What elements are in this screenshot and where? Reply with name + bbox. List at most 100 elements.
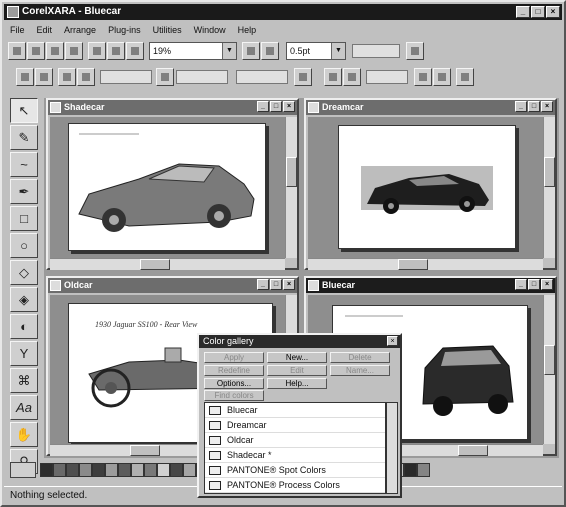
ellipse-tool-icon[interactable]: ○ bbox=[10, 233, 38, 258]
scale-icon[interactable] bbox=[324, 68, 342, 86]
color-swatch[interactable] bbox=[131, 463, 144, 477]
minimize-icon[interactable]: _ bbox=[515, 101, 527, 112]
vertical-scrollbar[interactable] bbox=[386, 402, 398, 494]
scroll-thumb[interactable] bbox=[140, 259, 170, 270]
menu-window[interactable]: Window bbox=[194, 25, 226, 35]
list-item[interactable]: Bluecar bbox=[205, 403, 385, 418]
spin-icon[interactable] bbox=[156, 68, 174, 86]
line-style-field[interactable] bbox=[352, 44, 400, 58]
height-field[interactable] bbox=[236, 70, 288, 84]
list-item[interactable]: Dreamcar bbox=[205, 418, 385, 433]
vertical-scrollbar[interactable] bbox=[543, 295, 555, 444]
scroll-thumb[interactable] bbox=[398, 259, 428, 270]
new-button[interactable]: New... bbox=[267, 352, 327, 363]
transparency-tool-icon[interactable]: ◐ bbox=[10, 314, 38, 339]
close-icon[interactable]: × bbox=[546, 6, 560, 18]
zoom-previous-icon[interactable] bbox=[242, 42, 260, 60]
window-shadecar[interactable]: Shadecar _ □ × bbox=[46, 98, 299, 270]
save-icon[interactable] bbox=[65, 42, 83, 60]
window-title-bar[interactable]: Dreamcar _ □ × bbox=[306, 100, 555, 115]
maximize-icon[interactable]: □ bbox=[270, 279, 282, 290]
lock-aspect-icon[interactable] bbox=[294, 68, 312, 86]
no-color-icon[interactable] bbox=[10, 462, 36, 478]
angle-field[interactable] bbox=[366, 70, 408, 84]
color-swatch[interactable] bbox=[183, 463, 196, 477]
color-swatch[interactable] bbox=[40, 463, 53, 477]
menu-help[interactable]: Help bbox=[238, 25, 257, 35]
wand-icon[interactable] bbox=[456, 68, 474, 86]
list-item[interactable]: Shadecar * bbox=[205, 448, 385, 463]
pen-tool-icon[interactable]: ✒ bbox=[10, 179, 38, 204]
color-swatch[interactable] bbox=[404, 463, 417, 477]
color-swatch[interactable] bbox=[118, 463, 131, 477]
scroll-thumb[interactable] bbox=[130, 445, 160, 456]
help-button[interactable]: Help... bbox=[267, 378, 327, 389]
chevron-down-icon[interactable]: ▼ bbox=[222, 43, 236, 59]
paste-icon[interactable] bbox=[126, 42, 144, 60]
node-tool-icon[interactable]: ✎ bbox=[10, 125, 38, 150]
rotate-mode-icon[interactable] bbox=[35, 68, 53, 86]
flip-horizontal-icon[interactable] bbox=[414, 68, 432, 86]
close-icon[interactable]: × bbox=[283, 279, 295, 290]
list-item[interactable]: Oldcar bbox=[205, 433, 385, 448]
zoom-combo[interactable]: 19% ▼ bbox=[149, 42, 237, 60]
color-swatch[interactable] bbox=[105, 463, 118, 477]
horizontal-scrollbar[interactable] bbox=[50, 258, 285, 270]
minimize-icon[interactable]: _ bbox=[515, 279, 527, 290]
close-icon[interactable]: × bbox=[387, 336, 398, 346]
find-colors-button[interactable]: Find colors bbox=[204, 390, 264, 401]
redefine-button[interactable]: Redefine bbox=[204, 365, 264, 376]
zoom-page-icon[interactable] bbox=[261, 42, 279, 60]
grid-icon[interactable] bbox=[77, 68, 95, 86]
minimize-icon[interactable]: _ bbox=[516, 6, 530, 18]
window-title-bar[interactable]: Bluecar _ □ × bbox=[306, 278, 555, 293]
new-document-icon[interactable] bbox=[8, 42, 26, 60]
scroll-thumb[interactable] bbox=[286, 157, 297, 187]
color-swatch[interactable] bbox=[170, 463, 183, 477]
rectangle-tool-icon[interactable]: □ bbox=[10, 206, 38, 231]
width-field[interactable] bbox=[176, 70, 228, 84]
text-tool-icon[interactable]: Aa bbox=[10, 395, 38, 420]
selector-tool-icon[interactable]: ↖ bbox=[10, 98, 38, 123]
menu-plugins[interactable]: Plug-ins bbox=[108, 25, 141, 35]
menu-file[interactable]: File bbox=[10, 25, 25, 35]
vertical-scrollbar[interactable] bbox=[285, 117, 297, 258]
dialog-title-bar[interactable]: Color gallery × bbox=[199, 335, 400, 348]
minimize-icon[interactable]: _ bbox=[257, 101, 269, 112]
menu-edit[interactable]: Edit bbox=[37, 25, 53, 35]
flip-vertical-icon[interactable] bbox=[433, 68, 451, 86]
close-icon[interactable]: × bbox=[283, 101, 295, 112]
apply-button[interactable]: Apply bbox=[204, 352, 264, 363]
menu-utilities[interactable]: Utilities bbox=[153, 25, 182, 35]
open-document-icon[interactable] bbox=[27, 42, 45, 60]
delete-button[interactable]: Delete bbox=[330, 352, 390, 363]
scroll-thumb[interactable] bbox=[458, 445, 488, 456]
maximize-icon[interactable]: □ bbox=[528, 101, 540, 112]
options-button[interactable]: Options... bbox=[204, 378, 264, 389]
color-swatch[interactable] bbox=[66, 463, 79, 477]
blend-tool-icon[interactable]: ⌘ bbox=[10, 368, 38, 393]
color-swatch[interactable] bbox=[92, 463, 105, 477]
list-item[interactable]: PANTONE® Spot Colors bbox=[205, 463, 385, 478]
color-swatch[interactable] bbox=[144, 463, 157, 477]
window-title-bar[interactable]: Oldcar _ □ × bbox=[48, 278, 297, 293]
chevron-down-icon[interactable]: ▼ bbox=[331, 43, 345, 59]
document-canvas[interactable] bbox=[308, 117, 543, 258]
pen-icon[interactable] bbox=[406, 42, 424, 60]
vertical-scrollbar[interactable] bbox=[543, 117, 555, 258]
close-icon[interactable]: × bbox=[541, 101, 553, 112]
horizontal-scrollbar[interactable] bbox=[308, 258, 543, 270]
freehand-tool-icon[interactable]: ~ bbox=[10, 152, 38, 177]
window-dreamcar[interactable]: Dreamcar _ □ × bbox=[304, 98, 557, 270]
minimize-icon[interactable]: _ bbox=[257, 279, 269, 290]
selector-mode-icon[interactable] bbox=[16, 68, 34, 86]
maximize-icon[interactable]: □ bbox=[270, 101, 282, 112]
line-width-combo[interactable]: 0.5pt ▼ bbox=[286, 42, 346, 60]
edit-button[interactable]: Edit bbox=[267, 365, 327, 376]
color-swatch[interactable] bbox=[79, 463, 92, 477]
window-title-bar[interactable]: Shadecar _ □ × bbox=[48, 100, 297, 115]
maximize-icon[interactable]: □ bbox=[528, 279, 540, 290]
align-icon[interactable] bbox=[343, 68, 361, 86]
color-swatch[interactable] bbox=[53, 463, 66, 477]
fill-tool-icon[interactable]: ◈ bbox=[10, 287, 38, 312]
